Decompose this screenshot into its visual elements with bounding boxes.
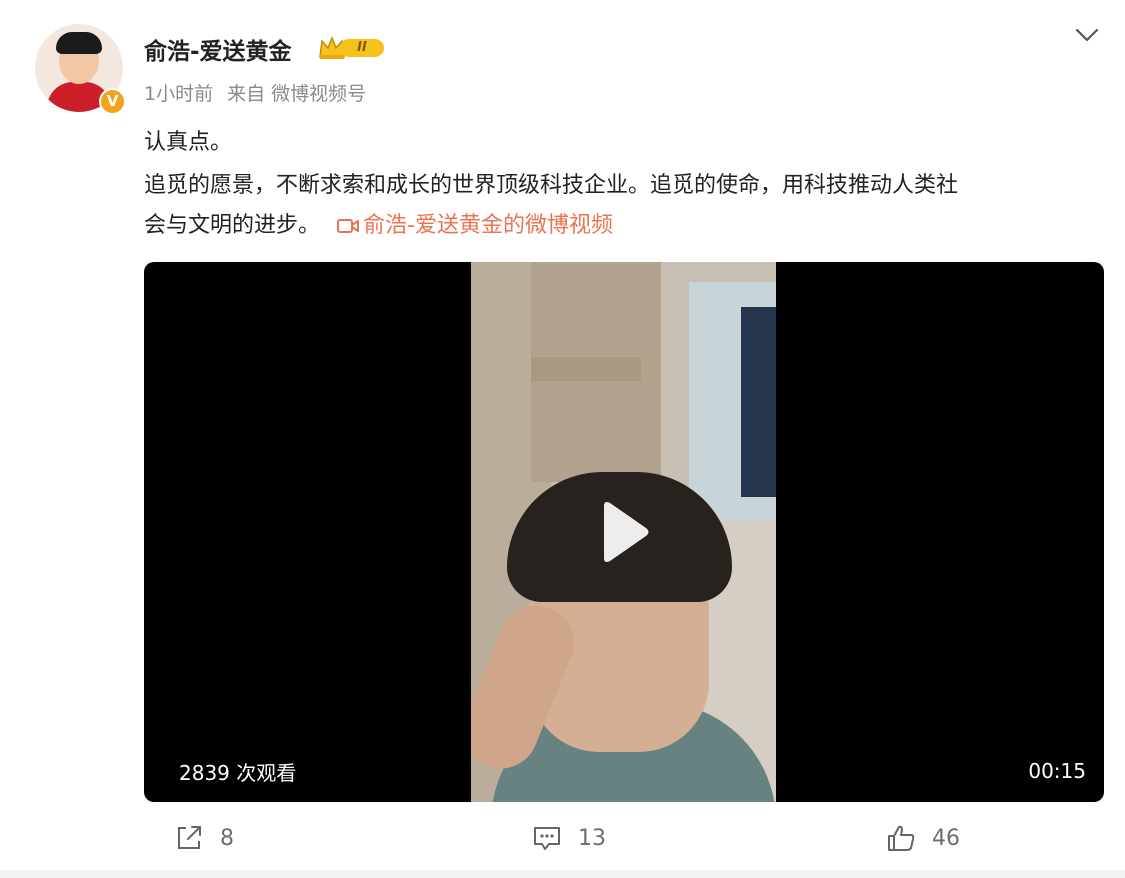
play-icon[interactable]	[596, 500, 652, 564]
video-duration: 00:15	[1028, 759, 1086, 783]
like-button[interactable]: 46	[886, 821, 960, 855]
rank-label: II	[340, 39, 384, 57]
share-count: 8	[220, 825, 234, 851]
chevron-down-icon[interactable]	[1074, 26, 1100, 44]
video-link-label: 俞浩-爱送黄金的微博视频	[363, 213, 613, 238]
share-icon	[178, 826, 201, 849]
post-source: 来自 微博视频号	[227, 83, 367, 105]
post-text-line-1: 认真点。	[144, 130, 233, 155]
comment-icon	[534, 827, 560, 850]
verified-icon: V	[99, 88, 126, 115]
avatar-hair	[56, 32, 102, 54]
post-text-line-2: 追觅的愿景，不断求索和成长的世界顶级科技企业。追觅的使命，用科技推动人类社	[144, 173, 959, 198]
username[interactable]: 俞浩-爱送黄金	[144, 32, 292, 66]
video-link[interactable]: 俞浩-爱送黄金的微博视频	[337, 213, 613, 238]
video-camera-icon	[337, 219, 360, 233]
comment-count: 13	[578, 825, 606, 851]
member-rank-badge[interactable]: II	[318, 35, 384, 61]
comment-button[interactable]: 13	[532, 821, 606, 855]
weibo-post-card: V 俞浩-爱送黄金 II 1小时前 来自 微博视频号 认真点。 追觅的愿景，不断…	[0, 0, 1125, 878]
post-meta: 1小时前 来自 微博视频号	[144, 79, 366, 106]
video-player[interactable]: 2839 次观看 00:15	[144, 262, 1104, 802]
like-count: 46	[932, 825, 960, 851]
view-count: 2839 次观看	[179, 761, 297, 785]
post-text-line-3-content: 会与文明的进步。	[144, 213, 321, 238]
post-time[interactable]: 1小时前	[144, 83, 213, 105]
thumbs-up-icon	[888, 825, 915, 851]
card-bottom-edge	[0, 870, 1125, 878]
share-button[interactable]: 8	[174, 821, 234, 855]
post-text-line-3: 会与文明的进步。 俞浩-爱送黄金的微博视频	[144, 211, 613, 241]
